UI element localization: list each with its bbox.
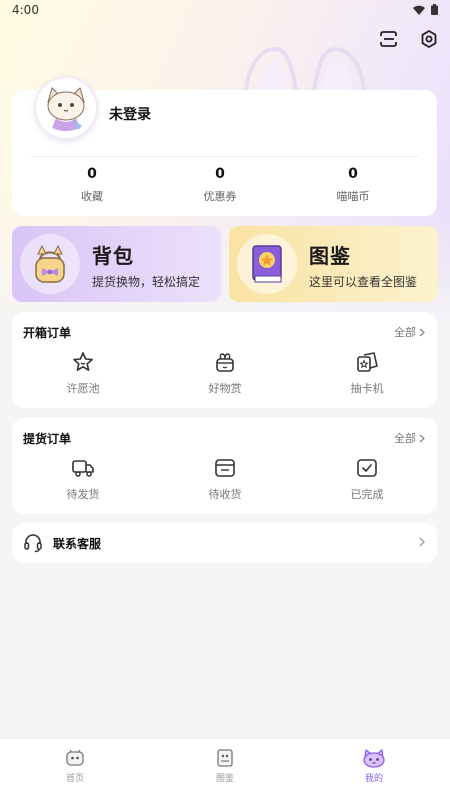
stat-label: 优惠券 xyxy=(203,190,237,203)
section-title: 开箱订单 xyxy=(23,326,72,340)
backpack-icon-circle xyxy=(20,234,80,294)
customer-service-row[interactable]: 联系客服 xyxy=(12,523,437,563)
collection-icon-circle xyxy=(237,234,297,294)
view-all-label: 全部 xyxy=(394,432,416,445)
section-title: 提货订单 xyxy=(23,432,72,446)
card-draw-icon xyxy=(357,352,378,372)
box-orders-card: 开箱订单 全部 许愿池 好物赏 抽卡机 xyxy=(12,312,437,408)
item-label: 待收货 xyxy=(208,488,242,501)
backpack-card[interactable]: 背包 提货换物，轻松搞定 xyxy=(12,226,221,302)
chevron-right-icon xyxy=(419,434,425,442)
item-label: 已完成 xyxy=(350,488,384,501)
stat-value: 0 xyxy=(215,166,225,182)
pending-receipt-item[interactable]: 待收货 xyxy=(180,456,270,502)
login-status-text[interactable]: 未登录 xyxy=(109,104,151,124)
item-label: 好物赏 xyxy=(208,382,242,395)
backpack-title: 背包 xyxy=(92,244,134,268)
view-all-box-orders-link[interactable]: 全部 xyxy=(394,324,425,340)
stat-value: 0 xyxy=(348,166,358,182)
collection-icon xyxy=(217,749,233,767)
bottom-tab-bar: 首页 图鉴 我的 xyxy=(0,738,450,800)
goods-reward-item[interactable]: 好物赏 xyxy=(180,350,270,396)
book-icon xyxy=(252,245,282,283)
card-machine-item[interactable]: 抽卡机 xyxy=(322,350,412,396)
completed-item[interactable]: 已完成 xyxy=(322,456,412,502)
collection-card[interactable]: 图鉴 这里可以查看全图鉴 xyxy=(229,226,438,302)
star-icon xyxy=(73,352,93,371)
chevron-right-icon xyxy=(419,537,425,547)
cat-face-icon xyxy=(363,749,385,768)
collection-title: 图鉴 xyxy=(309,244,351,268)
headset-icon xyxy=(24,534,42,553)
profile-card: 未登录 0 收藏 0 优惠券 0 喵喵币 xyxy=(12,76,437,216)
divider xyxy=(30,156,419,157)
customer-service-label: 联系客服 xyxy=(53,537,102,551)
backpack-subtitle: 提货换物，轻松搞定 xyxy=(92,275,201,289)
wish-pool-item[interactable]: 许愿池 xyxy=(38,350,128,396)
check-square-icon xyxy=(357,459,377,477)
cat-avatar-icon xyxy=(47,87,85,131)
status-time: 4:00 xyxy=(12,3,39,17)
scan-icon xyxy=(380,31,397,47)
tab-mine[interactable]: 我的 xyxy=(334,747,414,784)
stat-favorites[interactable]: 0 收藏 xyxy=(42,166,142,204)
item-label: 抽卡机 xyxy=(350,382,384,395)
pending-shipment-item[interactable]: 待发货 xyxy=(38,456,128,502)
view-all-pickup-orders-link[interactable]: 全部 xyxy=(394,430,425,446)
stat-coupons[interactable]: 0 优惠券 xyxy=(170,166,270,204)
view-all-label: 全部 xyxy=(394,326,416,339)
item-label: 待发货 xyxy=(66,488,100,501)
stat-value: 0 xyxy=(87,166,97,182)
stat-coins[interactable]: 0 喵喵币 xyxy=(303,166,403,204)
wifi-icon xyxy=(413,5,425,15)
gift-box-icon xyxy=(216,353,234,372)
item-label: 许愿池 xyxy=(66,382,100,395)
tab-home[interactable]: 首页 xyxy=(35,747,115,784)
tab-label: 首页 xyxy=(65,774,84,784)
avatar[interactable] xyxy=(34,76,98,140)
status-bar: 4:00 xyxy=(0,0,450,22)
chevron-right-icon xyxy=(419,328,425,336)
settings-button[interactable] xyxy=(418,28,440,50)
pickup-orders-card: 提货订单 全部 待发货 待收货 已完成 xyxy=(12,418,437,514)
tab-label: 图鉴 xyxy=(215,774,234,784)
stat-label: 喵喵币 xyxy=(336,190,370,203)
gear-icon xyxy=(421,30,437,48)
tab-label: 我的 xyxy=(364,774,383,784)
truck-icon xyxy=(72,460,94,477)
battery-icon xyxy=(431,4,438,15)
home-icon xyxy=(66,749,84,766)
scan-button[interactable] xyxy=(378,28,400,50)
stat-label: 收藏 xyxy=(81,190,103,203)
tab-collection[interactable]: 图鉴 xyxy=(185,747,265,784)
backpack-icon xyxy=(35,244,65,283)
collection-subtitle: 这里可以查看全图鉴 xyxy=(309,275,418,289)
package-icon xyxy=(215,459,235,477)
